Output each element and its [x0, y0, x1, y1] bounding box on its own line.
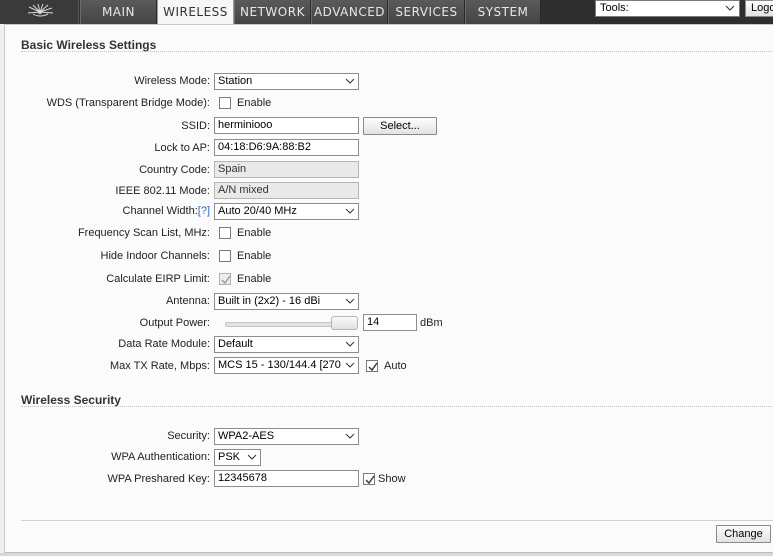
section-divider: [21, 406, 773, 407]
ssid-select-button[interactable]: Select...: [363, 117, 437, 135]
output-power-input[interactable]: 14: [363, 314, 417, 331]
chevron-down-icon: [345, 433, 355, 439]
lock-to-ap-label: Lock to AP:: [154, 142, 210, 154]
output-power-slider-handle[interactable]: [331, 316, 358, 330]
output-power-unit: dBm: [420, 317, 443, 329]
tab-network[interactable]: NETWORK: [234, 0, 311, 24]
data-rate-module-select[interactable]: Default: [214, 336, 359, 353]
ubiquiti-logo-icon: [27, 3, 54, 17]
security-select[interactable]: WPA2-AES: [214, 428, 359, 445]
checkmark-icon: [221, 275, 231, 285]
frequency-scan-label: Frequency Scan List, MHz:: [77, 227, 210, 239]
country-code-label: Country Code:: [139, 164, 210, 176]
tools-dropdown-value: Tools:: [600, 2, 629, 14]
wireless-mode-value: Station: [218, 75, 253, 87]
logout-button[interactable]: Logo: [745, 0, 773, 17]
change-button[interactable]: Change: [716, 525, 771, 543]
ssid-input[interactable]: herminiooo: [214, 117, 359, 134]
chevron-down-icon: [345, 298, 355, 304]
security-label: Security:: [167, 430, 210, 442]
chevron-down-icon: [345, 341, 355, 347]
antenna-select[interactable]: Built in (2x2) - 16 dBi: [214, 293, 359, 310]
tab-services[interactable]: SERVICES: [388, 0, 465, 24]
tab-system[interactable]: SYSTEM: [465, 0, 541, 24]
checkmark-icon: [368, 362, 378, 372]
security-value: WPA2-AES: [218, 430, 275, 442]
hide-indoor-label: Hide Indoor Channels:: [100, 250, 210, 262]
chevron-down-icon: [345, 362, 355, 368]
footer-divider: [21, 520, 773, 521]
top-navigation-bar: MAIN WIRELESS NETWORK ADVANCED SERVICES …: [0, 0, 773, 25]
wpa-authentication-label: WPA Authentication:: [111, 451, 210, 463]
wpa-preshared-key-input[interactable]: 12345678: [214, 470, 359, 487]
wireless-mode-select[interactable]: Station: [214, 73, 359, 90]
country-code-field: Spain: [214, 161, 359, 178]
frequency-scan-enable-label: Enable: [237, 227, 272, 239]
chevron-down-icon: [345, 78, 355, 84]
output-power-label: Output Power:: [139, 317, 210, 329]
data-rate-module-label: Data Rate Module:: [118, 338, 210, 350]
eirp-enable-label: Enable: [237, 273, 272, 285]
chevron-down-icon: [345, 208, 355, 214]
chevron-down-icon: [725, 5, 735, 11]
data-rate-module-value: Default: [218, 338, 253, 350]
ssid-label: SSID:: [181, 120, 210, 132]
checkmark-icon: [365, 475, 375, 485]
wpa-preshared-key-label: WPA Preshared Key:: [107, 473, 210, 485]
channel-width-help-link[interactable]: [?]: [198, 205, 210, 217]
lock-to-ap-input[interactable]: 04:18:D6:9A:88:B2: [214, 139, 359, 156]
channel-width-value: Auto 20/40 MHz: [218, 205, 297, 217]
channel-width-label: Channel Width:[?]: [5, 205, 210, 217]
tools-dropdown[interactable]: Tools:: [595, 0, 740, 17]
eirp-checkbox[interactable]: [219, 273, 231, 285]
wpa-key-show-label: Show: [378, 473, 406, 485]
eirp-label: Calculate EIRP Limit:: [106, 273, 210, 285]
max-tx-rate-select[interactable]: MCS 15 - 130/144.4 [270: [214, 357, 359, 374]
wireless-security-title: Wireless Security: [21, 393, 121, 407]
wpa-authentication-select[interactable]: PSK: [214, 449, 261, 466]
wireless-mode-label: Wireless Mode:: [134, 75, 210, 87]
antenna-value: Built in (2x2) - 16 dBi: [218, 295, 321, 307]
section-divider: [21, 51, 773, 52]
wds-label: WDS (Transparent Bridge Mode):: [46, 97, 210, 109]
wpa-key-show-checkbox[interactable]: [363, 473, 375, 485]
ieee-mode-label: IEEE 802.11 Mode:: [115, 185, 210, 197]
max-tx-rate-label: Max TX Rate, Mbps:: [109, 360, 210, 372]
frequency-scan-checkbox[interactable]: [219, 227, 231, 239]
max-tx-auto-checkbox[interactable]: [366, 360, 378, 372]
channel-width-label-text: Channel Width:: [122, 205, 198, 217]
wds-enable-label: Enable: [237, 97, 272, 109]
tab-advanced[interactable]: ADVANCED: [311, 0, 388, 24]
ieee-mode-field: A/N mixed: [214, 182, 359, 199]
max-tx-auto-label: Auto: [384, 360, 407, 372]
wds-checkbox[interactable]: [219, 97, 231, 109]
tab-wireless[interactable]: WIRELESS: [157, 0, 234, 25]
ubiquiti-logo[interactable]: [0, 0, 79, 24]
tab-main[interactable]: MAIN: [80, 0, 157, 24]
max-tx-rate-value: MCS 15 - 130/144.4 [270: [218, 359, 341, 371]
basic-wireless-settings-title: Basic Wireless Settings: [21, 38, 157, 52]
wpa-authentication-value: PSK: [218, 451, 241, 463]
hide-indoor-enable-label: Enable: [237, 250, 272, 262]
antenna-label: Antenna:: [165, 295, 210, 307]
channel-width-select[interactable]: Auto 20/40 MHz: [214, 203, 359, 220]
chevron-down-icon: [247, 454, 257, 460]
hide-indoor-checkbox[interactable]: [219, 250, 231, 262]
